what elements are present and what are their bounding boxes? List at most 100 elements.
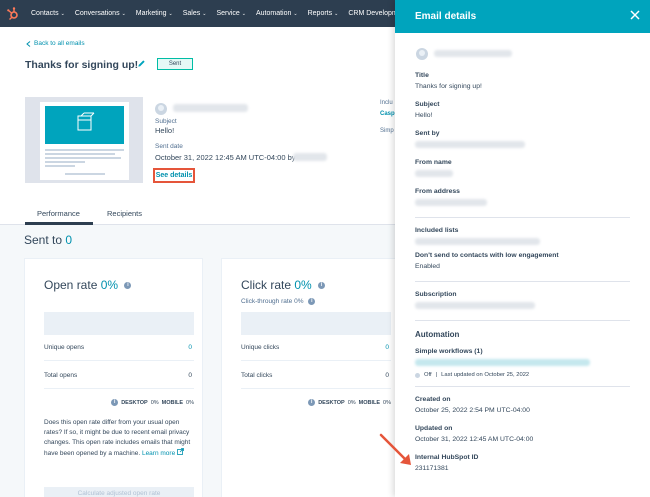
total-opens-label: Total opens <box>44 372 78 379</box>
chevron-down-icon: ⌄ <box>241 10 246 17</box>
low-engagement-label: Don't send to contacts with low engageme… <box>415 252 559 259</box>
privacy-notice: Does this open rate differ from your usu… <box>44 419 191 457</box>
info-icon[interactable]: i <box>308 399 316 406</box>
tab-bar: Performance Recipients <box>0 203 395 225</box>
total-clicks-label: Total clicks <box>241 372 273 379</box>
nav-marketing[interactable]: Marketing ⌄ <box>131 10 178 17</box>
click-rate-title: Click rate 0% i <box>241 278 326 292</box>
included-lists-fragment: Inclu <box>380 100 393 106</box>
open-rate-bar <box>44 312 194 335</box>
chevron-down-icon: ⌄ <box>202 10 207 17</box>
redacted-sender-name <box>293 153 327 161</box>
box-icon <box>77 112 95 131</box>
page-title: Thanks for signing up! <box>25 59 139 71</box>
workflow-status: Off | Last updated on October 25, 2022 <box>415 372 529 378</box>
status-badge: Sent <box>157 58 193 70</box>
learn-more-link[interactable]: Learn more <box>142 450 175 457</box>
from-name-label: From name <box>415 159 452 166</box>
chevron-down-icon: ⌄ <box>334 10 339 17</box>
created-on-label: Created on <box>415 396 451 403</box>
info-icon[interactable]: i <box>124 282 132 290</box>
performance-section: Sent to 0 Open rate 0% i Unique opens 0 … <box>0 225 400 497</box>
from-address-label: From address <box>415 188 460 195</box>
click-rate-card: Click rate 0% i Click-through rate 0% i … <box>221 258 400 497</box>
see-details-button[interactable]: See details <box>153 168 195 183</box>
panel-header: Email details <box>395 0 650 33</box>
simple-workflows-label: Simple workflows (1) <box>415 348 483 355</box>
nav-conversations[interactable]: Conversations ⌄ <box>70 10 131 17</box>
title-value: Thanks for signing up! <box>415 83 482 90</box>
unique-clicks-label: Unique clicks <box>241 344 280 351</box>
email-main-page: Back to all emails Thanks for signing up… <box>0 27 400 497</box>
panel-title: Email details <box>415 11 477 22</box>
unique-clicks-value[interactable]: 0 <box>385 344 389 351</box>
preview-header-image <box>45 106 124 144</box>
nav-contacts[interactable]: Contacts ⌄ <box>26 10 70 17</box>
low-engagement-value: Enabled <box>415 263 440 270</box>
unique-opens-label: Unique opens <box>44 344 85 351</box>
chevron-down-icon: ⌄ <box>293 10 298 17</box>
annotation-arrow-icon <box>379 433 411 465</box>
tab-recipients[interactable]: Recipients <box>107 209 142 218</box>
nav-sales[interactable]: Sales ⌄ <box>178 10 212 17</box>
redacted-from-address <box>415 199 487 206</box>
open-rate-card: Open rate 0% i Unique opens 0 Total open… <box>24 258 203 497</box>
automation-heading: Automation <box>415 330 460 339</box>
hubspot-id-label: Internal HubSpot ID <box>415 454 479 461</box>
chevron-down-icon: ⌄ <box>168 10 173 17</box>
pencil-icon[interactable] <box>137 59 146 68</box>
subject-label: Subject <box>415 101 440 108</box>
sent-date-value: October 31, 2022 12:45 AM UTC-04:00 by <box>155 153 296 162</box>
redacted-subscription <box>415 302 535 309</box>
redacted-sent-by <box>415 141 525 148</box>
avatar <box>155 103 167 115</box>
status-dot-icon <box>415 372 420 378</box>
sent-to-summary: Sent to 0 <box>24 233 73 247</box>
subject-label: Subject <box>155 118 177 125</box>
redacted-included-lists <box>415 238 540 245</box>
click-through-rate: Click-through rate 0% i <box>241 298 316 305</box>
chevron-left-icon <box>26 40 31 47</box>
email-details-panel: Email details Title Thanks for signing u… <box>395 0 650 497</box>
total-clicks-value: 0 <box>385 372 389 379</box>
subject-value: Hello! <box>415 112 433 119</box>
device-breakdown: i DESKTOP 0% MOBILE 0% <box>108 399 194 406</box>
info-icon[interactable]: i <box>308 298 316 305</box>
created-on-value: October 25, 2022 2:54 PM UTC-04:00 <box>415 407 530 414</box>
sent-date-label: Sent date <box>155 143 183 150</box>
simple-workflows-fragment: Simp <box>380 128 394 134</box>
open-rate-title: Open rate 0% i <box>44 278 132 292</box>
nav-reports[interactable]: Reports ⌄ <box>303 10 344 17</box>
nav-automation[interactable]: Automation ⌄ <box>251 10 303 17</box>
device-breakdown: i DESKTOP 0% MOBILE 0% <box>305 399 391 406</box>
close-icon[interactable] <box>629 9 641 21</box>
redacted-sender <box>434 50 512 57</box>
chevron-down-icon: ⌄ <box>60 10 65 17</box>
info-icon[interactable]: i <box>111 399 119 406</box>
calculate-adjusted-open-rate-button[interactable]: Calculate adjusted open rate <box>44 487 194 497</box>
subscription-label: Subscription <box>415 291 457 298</box>
email-preview-thumbnail[interactable] <box>25 97 143 183</box>
subject-value: Hello! <box>155 126 175 135</box>
unique-opens-value[interactable]: 0 <box>188 344 192 351</box>
hubspot-id-value: 231171381 <box>415 465 449 472</box>
included-lists-label: Included lists <box>415 227 459 234</box>
total-opens-value: 0 <box>188 372 192 379</box>
nav-service[interactable]: Service ⌄ <box>211 10 251 17</box>
hubspot-logo-icon[interactable] <box>0 0 26 27</box>
info-icon[interactable]: i <box>318 282 326 290</box>
external-link-icon[interactable] <box>177 448 184 455</box>
updated-on-value: October 31, 2022 12:45 AM UTC-04:00 <box>415 436 534 443</box>
tab-performance[interactable]: Performance <box>37 209 80 218</box>
sent-to-count[interactable]: 0 <box>65 233 72 247</box>
redacted-from-name <box>415 170 453 177</box>
click-rate-bar <box>241 312 391 335</box>
sent-by-label: Sent by <box>415 130 440 137</box>
redacted-sender <box>173 104 248 112</box>
chevron-down-icon: ⌄ <box>121 10 126 17</box>
list-link-fragment[interactable]: Casp <box>380 111 395 117</box>
workflow-link[interactable] <box>415 359 590 366</box>
title-label: Title <box>415 72 429 79</box>
back-to-all-emails-link[interactable]: Back to all emails <box>26 40 85 47</box>
avatar <box>416 48 428 60</box>
